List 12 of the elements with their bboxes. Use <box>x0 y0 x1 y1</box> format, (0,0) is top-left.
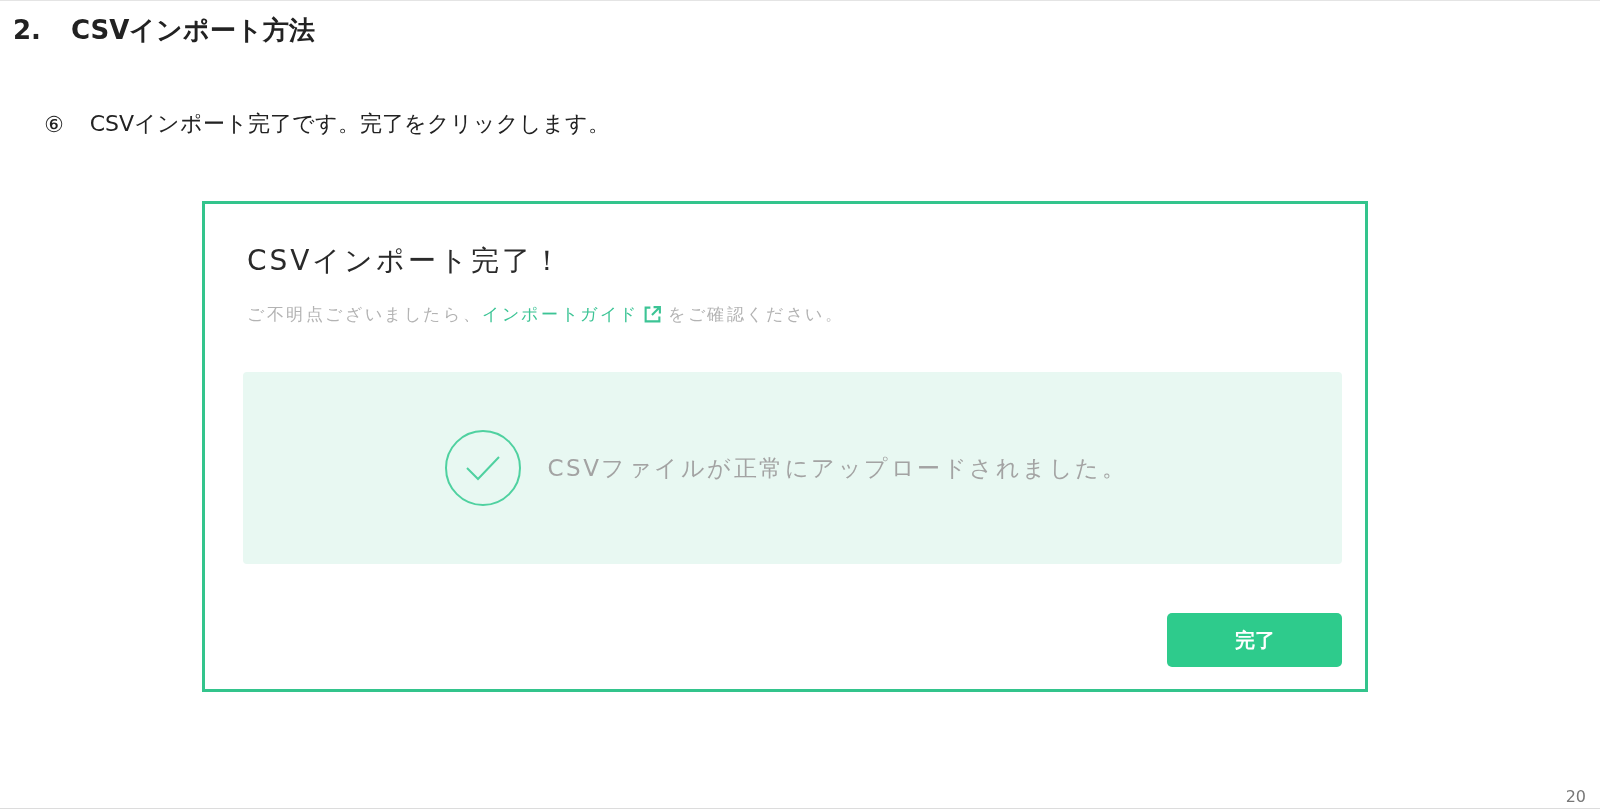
page-number: 20 <box>1565 787 1586 806</box>
done-button[interactable]: 完了 <box>1167 613 1342 667</box>
section-title: CSVインポート方法 <box>70 13 316 47</box>
help-text: ご不明点ございましたら、インポートガイド をご確認ください。 <box>246 302 845 326</box>
step-marker: ⑥ <box>44 111 64 137</box>
external-link-icon <box>643 304 662 324</box>
section-number: 2. <box>13 15 41 45</box>
dialog-title: CSVインポート完了！ <box>246 243 565 279</box>
import-guide-link[interactable]: インポートガイド <box>482 302 662 326</box>
check-circle-icon <box>443 429 522 507</box>
step-text: CSVインポート完了です。完了をクリックします。 <box>89 110 611 138</box>
success-message: CSVファイルが正常にアップロードされました。 <box>547 453 1128 483</box>
